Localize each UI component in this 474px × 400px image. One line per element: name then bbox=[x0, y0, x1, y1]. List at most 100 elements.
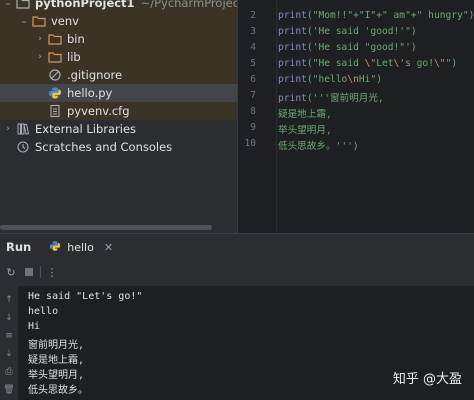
code-text: ("He said bbox=[306, 58, 365, 69]
arrow-down-icon[interactable]: ↓ bbox=[3, 312, 15, 324]
escape-sequence: \' bbox=[393, 58, 406, 69]
line-number: 9 bbox=[250, 122, 256, 133]
code-keyword: print bbox=[278, 42, 307, 53]
tree-item-hello-py[interactable]: hello.py bbox=[0, 84, 237, 102]
chevron-down-icon[interactable]: ⌄ bbox=[18, 15, 30, 27]
line-number: 8 bbox=[250, 106, 256, 117]
console-line: 举头望明月, bbox=[28, 370, 85, 381]
code-line[interactable]: 低头思故乡。''') bbox=[278, 138, 359, 152]
tree-item-label: venv bbox=[51, 14, 79, 28]
line-number: 4 bbox=[250, 42, 256, 53]
watermark: 知乎 @大盈 bbox=[392, 372, 462, 387]
folder-icon bbox=[32, 14, 46, 28]
code-text: 低头思故乡。''') bbox=[278, 141, 359, 152]
run-tab-hello[interactable]: hello ✕ bbox=[49, 240, 113, 254]
tree-item-gitignore[interactable]: .gitignore bbox=[0, 66, 237, 84]
project-tool-window: ⌄ pythonProject1 ~/PycharmProjects/pytho… bbox=[0, 0, 237, 233]
tree-item-label: lib bbox=[67, 50, 81, 64]
folder-icon bbox=[48, 32, 62, 46]
scroll-to-end-icon[interactable]: ⇣ bbox=[3, 348, 15, 360]
soft-wrap-icon[interactable]: ≡ bbox=[3, 330, 15, 342]
run-header: Run hello ✕ bbox=[0, 234, 474, 260]
line-number: 3 bbox=[250, 26, 256, 37]
tree-item-label: .gitignore bbox=[67, 68, 123, 82]
code-line[interactable]: print('''窗前明月光, bbox=[278, 90, 384, 104]
code-editor[interactable]: 2 3 4 5 6 7 8 9 10 print("Mom!!"+"I"+" a… bbox=[238, 0, 474, 233]
code-keyword: print bbox=[278, 74, 307, 85]
code-text: s go! bbox=[405, 58, 434, 69]
code-text: ('He said 'good!'") bbox=[306, 26, 417, 37]
line-number-gutter: 2 3 4 5 6 7 8 9 10 bbox=[238, 0, 276, 233]
code-keyword: print bbox=[278, 58, 307, 69]
line-number: 6 bbox=[250, 74, 256, 85]
escape-sequence: \" bbox=[364, 58, 377, 69]
rerun-icon[interactable]: ↻ bbox=[4, 265, 18, 279]
project-name: pythonProject1 bbox=[35, 0, 135, 10]
line-number: 2 bbox=[250, 10, 256, 21]
console-line: He said "Let's go!" bbox=[28, 291, 143, 302]
chevron-right-icon[interactable]: › bbox=[34, 51, 46, 63]
code-keyword: print bbox=[278, 26, 307, 37]
print-icon[interactable]: ⎙ bbox=[3, 366, 15, 378]
tree-item-scratches[interactable]: Scratches and Consoles bbox=[0, 138, 237, 156]
chevron-right-icon[interactable]: › bbox=[34, 33, 46, 45]
horizontal-scrollbar[interactable] bbox=[0, 225, 212, 230]
project-path: ~/PycharmProjects/pythonProject1 bbox=[140, 0, 237, 10]
gitignore-icon bbox=[48, 68, 62, 82]
code-line[interactable]: print('He said "good!"') bbox=[278, 42, 417, 53]
code-line[interactable]: print("Mom!!"+"I"+" am"+" hungry") bbox=[278, 10, 474, 21]
line-number: 7 bbox=[250, 90, 256, 101]
code-line[interactable]: 举头望明月, bbox=[278, 122, 332, 136]
console-line: hello bbox=[28, 306, 59, 317]
python-file-icon bbox=[49, 240, 63, 254]
tree-item-bin[interactable]: › bin bbox=[0, 30, 237, 48]
code-text: ") bbox=[445, 58, 458, 69]
fold-gutter bbox=[276, 0, 277, 233]
run-tab-label: hello bbox=[67, 240, 94, 254]
tree-item-label: External Libraries bbox=[35, 122, 137, 136]
folder-icon bbox=[16, 0, 30, 10]
run-title: Run bbox=[6, 240, 32, 254]
code-text: Let bbox=[376, 58, 394, 69]
trash-icon[interactable]: 🗑 bbox=[3, 384, 15, 396]
more-options-icon[interactable]: ⋮ bbox=[45, 265, 59, 279]
chevron-right-icon[interactable]: › bbox=[2, 123, 14, 135]
tree-item-label: bin bbox=[67, 32, 85, 46]
folder-icon bbox=[48, 50, 62, 64]
code-text: ('''窗前明月光, bbox=[306, 93, 384, 104]
code-line[interactable]: print('He said 'good!'") bbox=[278, 26, 417, 37]
code-text: ("hello bbox=[306, 74, 348, 85]
tree-item-label: Scratches and Consoles bbox=[35, 140, 173, 154]
library-icon bbox=[16, 122, 30, 136]
code-text: 举头望明月, bbox=[278, 125, 332, 136]
code-line[interactable]: print("He said \"Let\'s go!\"") bbox=[278, 58, 457, 69]
code-line[interactable]: print("hello\nHi") bbox=[278, 74, 382, 85]
scratches-icon bbox=[16, 140, 30, 154]
tree-item-venv[interactable]: ⌄ venv bbox=[0, 12, 237, 30]
python-file-icon bbox=[48, 86, 62, 100]
stop-icon[interactable] bbox=[22, 265, 36, 279]
tree-item-lib[interactable]: › lib bbox=[0, 48, 237, 66]
run-toolbar: ↻ ⋮ bbox=[0, 262, 474, 282]
code-keyword: print bbox=[278, 10, 307, 21]
code-text: ('He said "good!"') bbox=[306, 42, 417, 53]
toolbar-separator bbox=[40, 266, 41, 278]
console-line: 低头思故乡。 bbox=[28, 385, 88, 396]
tree-item-label: hello.py bbox=[67, 86, 113, 100]
close-icon[interactable]: ✕ bbox=[104, 241, 113, 254]
escape-sequence: \n bbox=[347, 74, 359, 85]
line-number: 10 bbox=[244, 138, 256, 149]
code-text: Hi") bbox=[358, 74, 382, 85]
tree-item-external-libraries[interactable]: › External Libraries bbox=[0, 120, 237, 138]
escape-sequence: \" bbox=[434, 58, 446, 69]
tree-root[interactable]: ⌄ pythonProject1 ~/PycharmProjects/pytho… bbox=[0, 0, 237, 12]
code-text: 疑是地上霜, bbox=[278, 109, 332, 120]
code-line[interactable]: 疑是地上霜, bbox=[278, 106, 332, 120]
console-line: 疑是地上霜, bbox=[28, 355, 85, 366]
code-text: ("Mom!!"+"I"+" am"+" hungry") bbox=[306, 10, 474, 21]
line-number: 5 bbox=[250, 58, 256, 69]
arrow-up-icon[interactable]: ↑ bbox=[3, 294, 15, 306]
console-side-toolbar: ↑ ↓ ≡ ⇣ ⎙ 🗑 bbox=[0, 286, 18, 400]
chevron-down-icon[interactable]: ⌄ bbox=[2, 0, 14, 9]
console-line: Hi bbox=[28, 321, 41, 332]
